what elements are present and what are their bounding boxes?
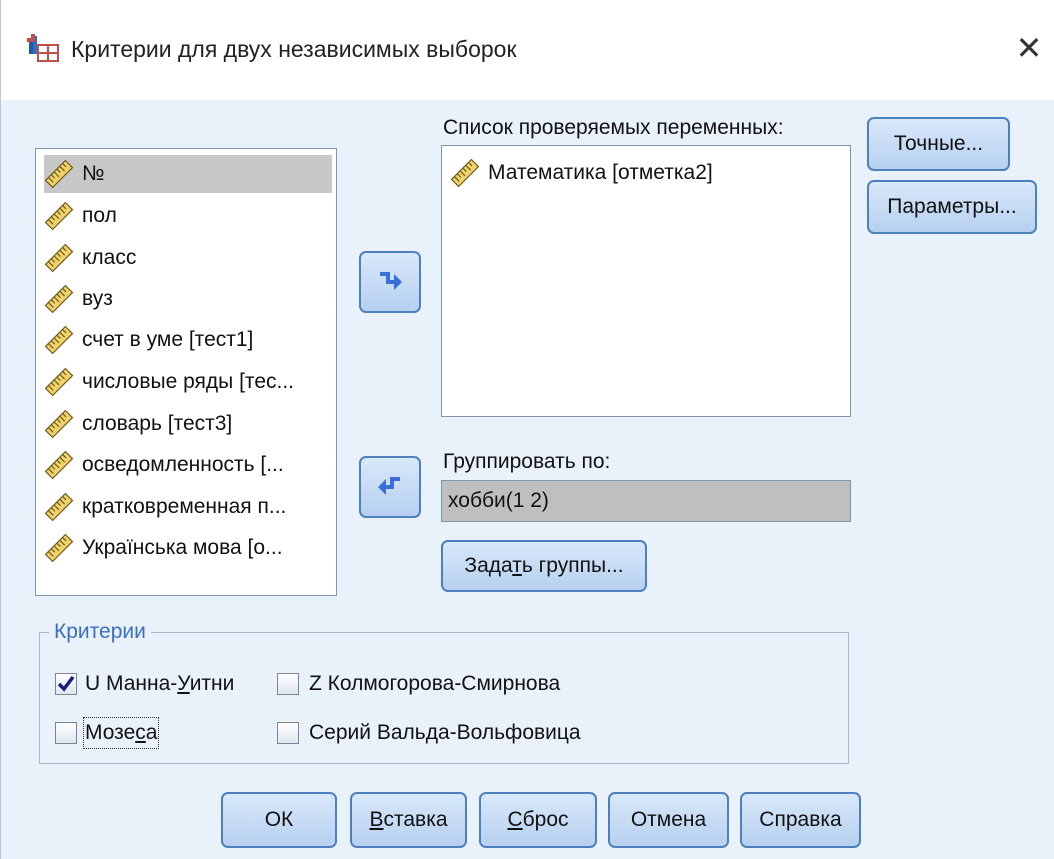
test-variables-label: Список проверяемых переменных: [443,116,784,139]
tests-group-legend: Критерии [49,620,151,644]
kolmogorov-smirnov-checkbox[interactable] [277,673,299,695]
paste-button[interactable]: Вставка [350,792,467,848]
checkmark-icon [57,675,75,692]
wald-wolfowitz-checkbox[interactable] [277,722,299,744]
list-item[interactable]: класс [44,239,332,277]
cancel-button[interactable]: Отмена [608,792,729,848]
options-button[interactable]: Параметры... [867,180,1037,234]
list-item[interactable]: счет в уме [тест1] [44,321,332,359]
arrow-left-icon [378,477,400,495]
close-icon: ✕ [1015,30,1043,66]
scale-ruler-icon [44,409,74,439]
move-to-test-list-button[interactable] [359,251,421,313]
list-item[interactable]: словарь [тест3] [44,405,332,443]
grouping-variable-field[interactable]: хобби(1 2) [441,480,851,522]
moses-label: Мозеса [82,717,160,749]
grouping-label: Группировать по: [443,450,611,473]
scale-ruler-icon [44,284,74,314]
scale-ruler-icon [44,159,74,189]
source-variable-list[interactable]: № пол класс вуз счет в уме [тест1] число… [35,148,337,596]
mann-whitney-label: U Манна-Уитни [85,672,235,695]
scale-ruler-icon [44,367,74,397]
mann-whitney-checkbox[interactable] [55,673,77,695]
scale-ruler-icon [44,325,74,355]
list-item[interactable]: вуз [44,280,332,318]
exact-button[interactable]: Точные... [867,117,1010,171]
reset-button[interactable]: Сброс [479,792,597,848]
list-item[interactable]: числовые ряды [тес... [44,363,332,401]
scale-ruler-icon [44,492,74,522]
ok-button[interactable]: ОК [221,792,337,848]
list-item[interactable]: кратковременная п... [44,488,332,526]
scale-ruler-icon [44,243,74,273]
list-item[interactable]: пол [44,197,332,235]
kolmogorov-smirnov-label: Z Колмогорова-Смирнова [309,672,561,695]
test-variable-list[interactable]: Математика [отметка2] [441,145,851,417]
wald-wolfowitz-label: Серий Вальда-Вольфовица [309,721,581,744]
scale-ruler-icon [450,158,480,188]
scale-ruler-icon [44,450,74,480]
define-groups-button[interactable]: Задать группы... [441,540,647,592]
title-bar: Критерии для двух независимых выборок ✕ [1,0,1054,100]
list-item[interactable]: № [44,155,332,193]
move-to-grouping-button[interactable] [359,456,421,518]
list-item[interactable]: осведомленность [... [44,446,332,484]
window-title: Критерии для двух независимых выборок [71,36,517,62]
close-button[interactable]: ✕ [1007,26,1051,70]
arrow-right-icon [380,272,402,290]
help-button[interactable]: Справка [740,792,861,848]
moses-checkbox[interactable] [55,722,77,744]
scale-ruler-icon [44,201,74,231]
list-item[interactable]: Українська мова [о... [44,529,332,567]
spss-table-icon [27,34,61,64]
scale-ruler-icon [44,533,74,563]
dialog-window: Критерии для двух независимых выборок ✕ … [0,0,1054,859]
list-item[interactable]: Математика [отметка2] [450,154,842,192]
